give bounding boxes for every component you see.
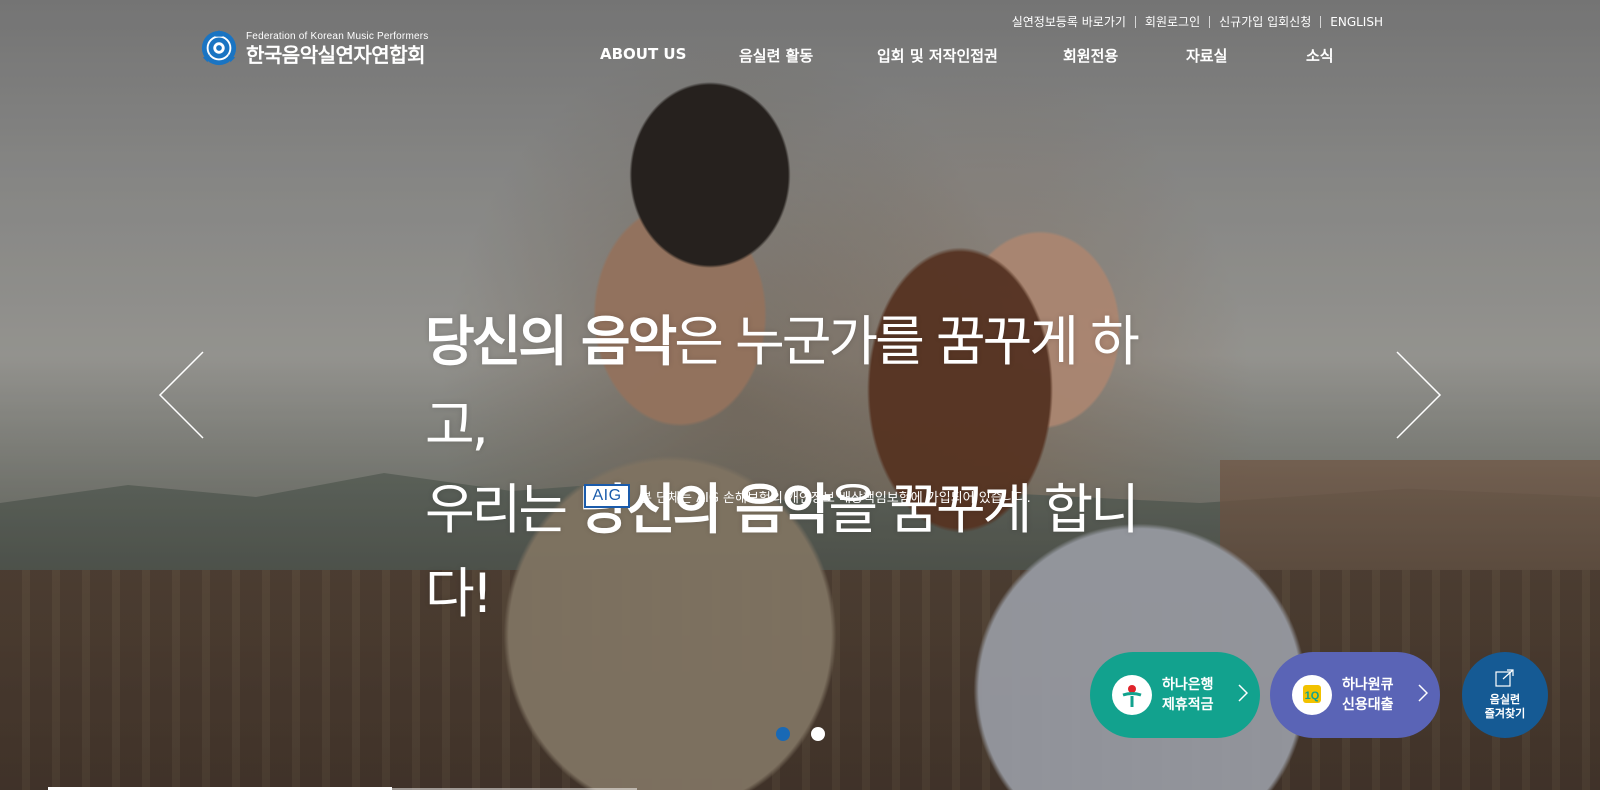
hana-bank-line2: 제휴적금 xyxy=(1162,697,1214,713)
bookmark-label: 음실련 즐겨찾기 xyxy=(1485,693,1525,721)
hero-page: Federation of Korean Music Performers 한국… xyxy=(0,0,1600,790)
chevron-right-icon xyxy=(1238,683,1249,707)
slider-prev-arrow-icon[interactable] xyxy=(158,350,208,440)
site-logo[interactable]: Federation of Korean Music Performers 한국… xyxy=(200,28,428,68)
main-nav: ABOUT US 음실련 활동 입회 및 저작인접권 회원전용 자료실 소식 xyxy=(600,45,1334,66)
hero-headline: 당신의 음악은 누군가를 꿈꾸게 하고, 우리는 당신의 음악을 꿈꾸게 합니다… xyxy=(425,300,1185,636)
headline-line-1: 당신의 음악은 누군가를 꿈꾸게 하고, xyxy=(425,300,1185,468)
logo-english-name: Federation of Korean Music Performers xyxy=(246,30,429,42)
nav-membership-rights[interactable]: 입회 및 저작인접권 xyxy=(877,45,1063,66)
hana-1q-line2: 신용대출 xyxy=(1342,697,1394,713)
hana-1q-line1: 하나원큐 xyxy=(1342,677,1394,693)
hana-bank-savings-button[interactable]: 하나은행 제휴적금 xyxy=(1090,652,1260,738)
slider-pagination xyxy=(776,727,825,741)
hana-bank-logo-icon xyxy=(1112,675,1152,715)
utility-nav: 실연정보등록 바로가기 회원로그인 신규가입 입회신청 ENGLISH xyxy=(1003,13,1392,30)
external-link-icon xyxy=(1495,669,1514,687)
bookmark-button[interactable]: 음실련 즐겨찾기 xyxy=(1462,652,1548,738)
nav-members-only[interactable]: 회원전용 xyxy=(1063,45,1186,66)
nav-resources[interactable]: 자료실 xyxy=(1186,45,1306,66)
nav-about-us[interactable]: ABOUT US xyxy=(600,45,739,66)
util-link-join-application[interactable]: 신규가입 입회신청 xyxy=(1210,13,1320,30)
hana-1q-loan-button[interactable]: 1Q 하나원큐 신용대출 xyxy=(1270,652,1440,738)
insurance-notice: AIG 본 단체는 AIG 손해보험의 개인정보 배상책임보험에 가입되어 있습… xyxy=(584,484,1031,508)
headline-emphasis: 당신의 음악 xyxy=(425,310,677,373)
util-link-performance-registration[interactable]: 실연정보등록 바로가기 xyxy=(1003,13,1135,30)
hana-bank-line1: 하나은행 xyxy=(1162,677,1214,693)
federation-emblem-icon xyxy=(201,29,237,66)
nav-activities[interactable]: 음실련 활동 xyxy=(739,45,877,66)
chevron-right-icon xyxy=(1418,683,1429,707)
aig-logo: AIG xyxy=(584,484,630,508)
bookmark-line1: 음실련 xyxy=(1489,693,1521,706)
logo-korean-name: 한국음악실연자연합회 xyxy=(246,42,426,67)
hana-bank-label: 하나은행 제휴적금 xyxy=(1162,675,1228,715)
slider-dot-1[interactable] xyxy=(776,727,790,741)
bookmark-line2: 즐겨찾기 xyxy=(1484,707,1526,720)
hana-1q-icon-text: 1Q xyxy=(1305,690,1320,702)
util-link-english[interactable]: ENGLISH xyxy=(1321,15,1392,29)
slider-dot-2[interactable] xyxy=(811,727,825,741)
hana-1q-label: 하나원큐 신용대출 xyxy=(1342,675,1408,715)
nav-news[interactable]: 소식 xyxy=(1306,45,1334,66)
headline-text: 우리는 xyxy=(425,478,580,541)
util-link-member-login[interactable]: 회원로그인 xyxy=(1136,13,1209,30)
insurance-notice-text: 본 단체는 AIG 손해보험의 개인정보 배상책임보험에 가입되어 있습니다. xyxy=(640,490,1031,506)
slider-next-arrow-icon[interactable] xyxy=(1392,350,1442,440)
hana-1q-logo-icon: 1Q xyxy=(1292,675,1332,715)
